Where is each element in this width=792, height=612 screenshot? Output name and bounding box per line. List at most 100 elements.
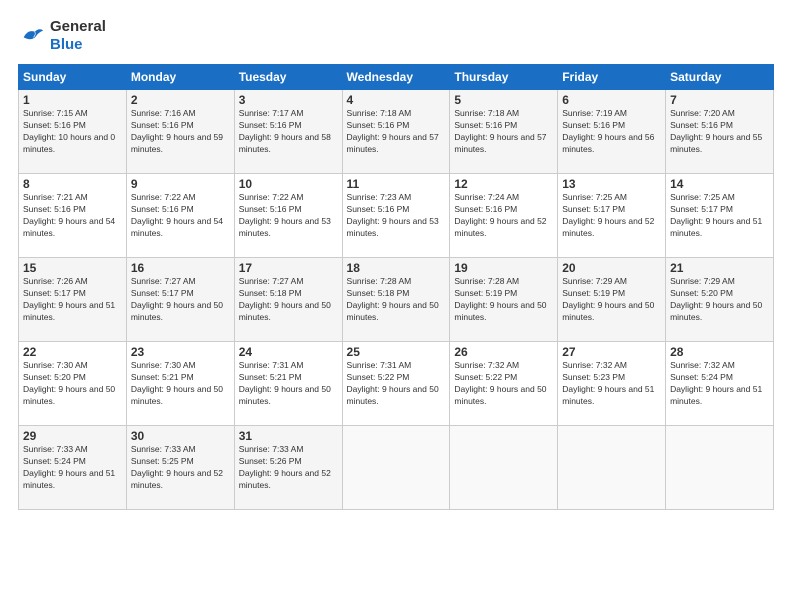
table-row: 27Sunrise: 7:32 AMSunset: 5:23 PMDayligh…: [558, 342, 666, 426]
day-number: 5: [454, 93, 553, 107]
table-row: 10Sunrise: 7:22 AMSunset: 5:16 PMDayligh…: [234, 174, 342, 258]
day-info: Sunrise: 7:29 AMSunset: 5:19 PMDaylight:…: [562, 276, 661, 324]
table-row: 26Sunrise: 7:32 AMSunset: 5:22 PMDayligh…: [450, 342, 558, 426]
table-row: 14Sunrise: 7:25 AMSunset: 5:17 PMDayligh…: [666, 174, 774, 258]
day-info: Sunrise: 7:33 AMSunset: 5:25 PMDaylight:…: [131, 444, 230, 492]
day-number: 1: [23, 93, 122, 107]
logo: General Blue: [18, 18, 106, 54]
table-row: 28Sunrise: 7:32 AMSunset: 5:24 PMDayligh…: [666, 342, 774, 426]
day-info: Sunrise: 7:30 AMSunset: 5:21 PMDaylight:…: [131, 360, 230, 408]
table-row: 4Sunrise: 7:18 AMSunset: 5:16 PMDaylight…: [342, 90, 450, 174]
day-info: Sunrise: 7:19 AMSunset: 5:16 PMDaylight:…: [562, 108, 661, 156]
table-row: 20Sunrise: 7:29 AMSunset: 5:19 PMDayligh…: [558, 258, 666, 342]
day-info: Sunrise: 7:20 AMSunset: 5:16 PMDaylight:…: [670, 108, 769, 156]
table-row: 18Sunrise: 7:28 AMSunset: 5:18 PMDayligh…: [342, 258, 450, 342]
table-row: 7Sunrise: 7:20 AMSunset: 5:16 PMDaylight…: [666, 90, 774, 174]
day-info: Sunrise: 7:27 AMSunset: 5:17 PMDaylight:…: [131, 276, 230, 324]
day-number: 29: [23, 429, 122, 443]
day-number: 20: [562, 261, 661, 275]
day-number: 16: [131, 261, 230, 275]
header: General Blue: [18, 18, 774, 54]
day-info: Sunrise: 7:17 AMSunset: 5:16 PMDaylight:…: [239, 108, 338, 156]
day-info: Sunrise: 7:26 AMSunset: 5:17 PMDaylight:…: [23, 276, 122, 324]
calendar-table: Sunday Monday Tuesday Wednesday Thursday…: [18, 64, 774, 510]
day-info: Sunrise: 7:32 AMSunset: 5:23 PMDaylight:…: [562, 360, 661, 408]
day-number: 15: [23, 261, 122, 275]
table-row: 17Sunrise: 7:27 AMSunset: 5:18 PMDayligh…: [234, 258, 342, 342]
day-info: Sunrise: 7:23 AMSunset: 5:16 PMDaylight:…: [347, 192, 446, 240]
col-tuesday: Tuesday: [234, 65, 342, 90]
day-number: 26: [454, 345, 553, 359]
col-sunday: Sunday: [19, 65, 127, 90]
table-row: 21Sunrise: 7:29 AMSunset: 5:20 PMDayligh…: [666, 258, 774, 342]
day-info: Sunrise: 7:18 AMSunset: 5:16 PMDaylight:…: [454, 108, 553, 156]
day-info: Sunrise: 7:31 AMSunset: 5:22 PMDaylight:…: [347, 360, 446, 408]
day-number: 8: [23, 177, 122, 191]
col-wednesday: Wednesday: [342, 65, 450, 90]
table-row: 23Sunrise: 7:30 AMSunset: 5:21 PMDayligh…: [126, 342, 234, 426]
day-number: 13: [562, 177, 661, 191]
table-row: 19Sunrise: 7:28 AMSunset: 5:19 PMDayligh…: [450, 258, 558, 342]
table-row: 5Sunrise: 7:18 AMSunset: 5:16 PMDaylight…: [450, 90, 558, 174]
day-number: 10: [239, 177, 338, 191]
day-number: 28: [670, 345, 769, 359]
day-number: 11: [347, 177, 446, 191]
day-number: 4: [347, 93, 446, 107]
col-monday: Monday: [126, 65, 234, 90]
day-info: Sunrise: 7:32 AMSunset: 5:22 PMDaylight:…: [454, 360, 553, 408]
day-number: 22: [23, 345, 122, 359]
table-row: [666, 426, 774, 510]
table-row: 24Sunrise: 7:31 AMSunset: 5:21 PMDayligh…: [234, 342, 342, 426]
day-info: Sunrise: 7:29 AMSunset: 5:20 PMDaylight:…: [670, 276, 769, 324]
day-number: 27: [562, 345, 661, 359]
day-number: 31: [239, 429, 338, 443]
table-row: [558, 426, 666, 510]
day-info: Sunrise: 7:31 AMSunset: 5:21 PMDaylight:…: [239, 360, 338, 408]
day-info: Sunrise: 7:28 AMSunset: 5:18 PMDaylight:…: [347, 276, 446, 324]
day-info: Sunrise: 7:33 AMSunset: 5:24 PMDaylight:…: [23, 444, 122, 492]
calendar-page: General Blue Sunday Monday Tuesday Wedne…: [0, 0, 792, 612]
day-number: 9: [131, 177, 230, 191]
day-info: Sunrise: 7:18 AMSunset: 5:16 PMDaylight:…: [347, 108, 446, 156]
table-row: 22Sunrise: 7:30 AMSunset: 5:20 PMDayligh…: [19, 342, 127, 426]
day-info: Sunrise: 7:15 AMSunset: 5:16 PMDaylight:…: [23, 108, 122, 156]
day-number: 25: [347, 345, 446, 359]
day-number: 6: [562, 93, 661, 107]
day-number: 3: [239, 93, 338, 107]
day-info: Sunrise: 7:22 AMSunset: 5:16 PMDaylight:…: [131, 192, 230, 240]
table-row: 16Sunrise: 7:27 AMSunset: 5:17 PMDayligh…: [126, 258, 234, 342]
col-saturday: Saturday: [666, 65, 774, 90]
logo-text: General Blue: [50, 18, 106, 54]
day-number: 30: [131, 429, 230, 443]
day-info: Sunrise: 7:25 AMSunset: 5:17 PMDaylight:…: [670, 192, 769, 240]
day-info: Sunrise: 7:30 AMSunset: 5:20 PMDaylight:…: [23, 360, 122, 408]
col-friday: Friday: [558, 65, 666, 90]
table-row: [450, 426, 558, 510]
day-number: 17: [239, 261, 338, 275]
day-number: 19: [454, 261, 553, 275]
day-info: Sunrise: 7:28 AMSunset: 5:19 PMDaylight:…: [454, 276, 553, 324]
day-number: 2: [131, 93, 230, 107]
table-row: 9Sunrise: 7:22 AMSunset: 5:16 PMDaylight…: [126, 174, 234, 258]
logo-icon: [18, 22, 46, 50]
day-number: 24: [239, 345, 338, 359]
table-row: 30Sunrise: 7:33 AMSunset: 5:25 PMDayligh…: [126, 426, 234, 510]
col-thursday: Thursday: [450, 65, 558, 90]
table-row: 2Sunrise: 7:16 AMSunset: 5:16 PMDaylight…: [126, 90, 234, 174]
day-number: 7: [670, 93, 769, 107]
table-row: 31Sunrise: 7:33 AMSunset: 5:26 PMDayligh…: [234, 426, 342, 510]
table-row: 8Sunrise: 7:21 AMSunset: 5:16 PMDaylight…: [19, 174, 127, 258]
day-info: Sunrise: 7:33 AMSunset: 5:26 PMDaylight:…: [239, 444, 338, 492]
day-info: Sunrise: 7:21 AMSunset: 5:16 PMDaylight:…: [23, 192, 122, 240]
table-row: 11Sunrise: 7:23 AMSunset: 5:16 PMDayligh…: [342, 174, 450, 258]
day-number: 23: [131, 345, 230, 359]
day-info: Sunrise: 7:16 AMSunset: 5:16 PMDaylight:…: [131, 108, 230, 156]
table-row: 15Sunrise: 7:26 AMSunset: 5:17 PMDayligh…: [19, 258, 127, 342]
day-info: Sunrise: 7:27 AMSunset: 5:18 PMDaylight:…: [239, 276, 338, 324]
day-info: Sunrise: 7:24 AMSunset: 5:16 PMDaylight:…: [454, 192, 553, 240]
day-number: 12: [454, 177, 553, 191]
table-row: 25Sunrise: 7:31 AMSunset: 5:22 PMDayligh…: [342, 342, 450, 426]
table-row: 6Sunrise: 7:19 AMSunset: 5:16 PMDaylight…: [558, 90, 666, 174]
table-row: [342, 426, 450, 510]
day-number: 21: [670, 261, 769, 275]
